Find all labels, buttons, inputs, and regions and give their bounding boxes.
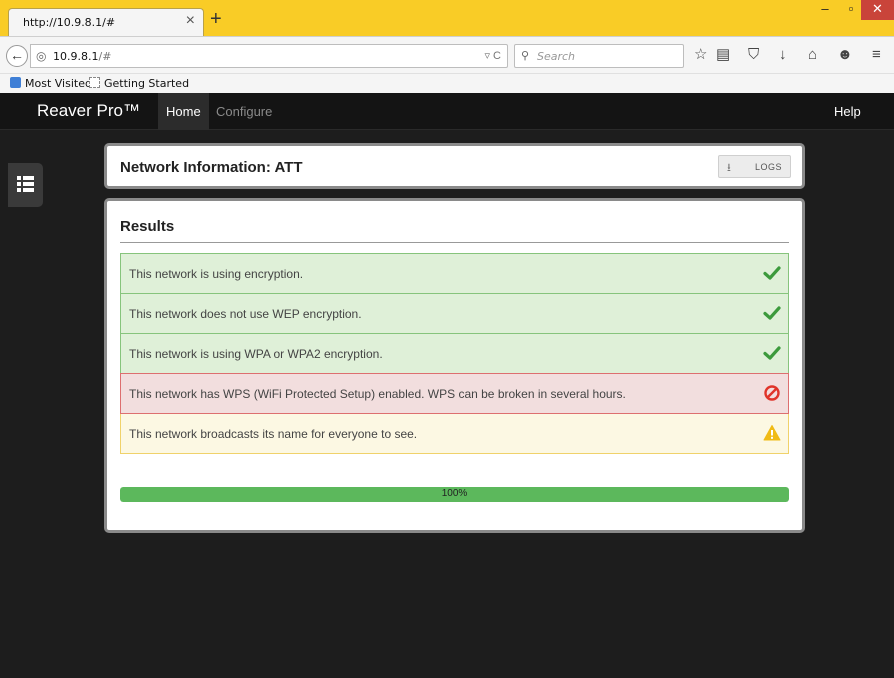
bookmark-most-visited[interactable]: Most Visited [10, 77, 92, 90]
result-row: This network broadcasts its name for eve… [120, 413, 789, 454]
new-tab-icon[interactable]: + [210, 9, 222, 29]
home-icon[interactable]: ⌂ [808, 47, 817, 63]
folder-icon [10, 77, 21, 88]
nav-home[interactable]: Home [158, 93, 209, 130]
download-icon[interactable]: ↓ [779, 47, 787, 63]
result-text: This network broadcasts its name for eve… [129, 427, 418, 441]
logs-button[interactable]: ⭳ LOGS [718, 155, 791, 178]
reload-icon[interactable]: ▿ C [484, 49, 501, 62]
check-icon [763, 346, 781, 360]
url-path: /# [98, 50, 112, 63]
bookmark-label: Getting Started [104, 77, 190, 90]
app-navbar: Reaver Pro™ Home Configure Help [0, 93, 894, 130]
browser-toolbar: ← ◎ 10.9.8.1/# ▿ C ⚲ Search ☆ ▤ ⛉ ↓ ⌂ ☻ … [0, 36, 894, 73]
globe-icon: ◎ [36, 49, 47, 63]
scan-progress-bar: 100% [120, 487, 789, 502]
bookmarks-bar: Most Visited Getting Started [0, 73, 894, 93]
prohibited-icon [764, 385, 780, 401]
browser-chrome: http://10.9.8.1/# × + – ▫ ✕ ← ◎ 10.9.8.1… [0, 0, 894, 93]
url-bar[interactable]: ◎ 10.9.8.1/# ▿ C [30, 44, 508, 68]
result-row: This network does not use WEP encryption… [120, 293, 789, 334]
brand-logo[interactable]: Reaver Pro™ [37, 101, 140, 121]
window-minimize-button[interactable]: – [811, 0, 839, 20]
chat-icon[interactable]: ☻ [837, 47, 853, 63]
download-tray-icon: ⭳ [727, 162, 731, 174]
result-text: This network is using encryption. [129, 267, 304, 281]
bookmark-star-icon[interactable]: ☆ [694, 47, 707, 63]
tab-bar: http://10.9.8.1/# × + – ▫ ✕ [0, 0, 894, 36]
sidebar-toggle-button[interactable] [8, 163, 43, 207]
result-text: This network does not use WEP encryption… [129, 307, 362, 321]
logs-label: LOGS [755, 162, 783, 172]
result-row: This network is using WPA or WPA2 encryp… [120, 333, 789, 374]
pocket-icon[interactable]: ⛉ [748, 47, 759, 63]
nav-configure[interactable]: Configure [216, 93, 272, 130]
warning-icon [763, 425, 781, 441]
search-icon: ⚲ [521, 50, 530, 62]
url-host: 10.9.8.1 [53, 50, 99, 63]
tab-title: http://10.9.8.1/# [23, 16, 116, 29]
result-row: This network has WPS (WiFi Protected Set… [120, 373, 789, 414]
window-close-button[interactable]: ✕ [861, 0, 894, 20]
result-row: This network is using encryption. [120, 253, 789, 294]
results-divider [120, 242, 789, 243]
url-text: 10.9.8.1/# [53, 50, 111, 63]
network-info-title: Network Information: ATT [120, 159, 303, 176]
progress-label: 100% [441, 488, 468, 499]
check-icon [763, 266, 781, 280]
bookmark-getting-started[interactable]: Getting Started [89, 77, 189, 90]
result-text: This network has WPS (WiFi Protected Set… [129, 387, 626, 401]
menu-icon[interactable]: ≡ [872, 47, 881, 63]
nav-help[interactable]: Help [834, 93, 861, 130]
search-placeholder: Search [537, 50, 576, 63]
browser-tab[interactable]: http://10.9.8.1/# × [8, 8, 204, 36]
check-icon [763, 306, 781, 320]
page-icon [89, 77, 100, 88]
results-list: This network is using encryption. This n… [120, 253, 789, 454]
results-title: Results [120, 218, 175, 235]
bookmark-label: Most Visited [25, 77, 92, 90]
tab-close-icon[interactable]: × [186, 13, 195, 29]
network-info-panel: Network Information: ATT ⭳ LOGS [104, 143, 805, 189]
search-bar[interactable]: ⚲ Search [514, 44, 684, 68]
result-text: This network is using WPA or WPA2 encryp… [129, 347, 383, 361]
list-icon [17, 176, 34, 193]
reading-list-icon[interactable]: ▤ [716, 47, 730, 63]
back-arrow-icon[interactable]: ← [6, 45, 28, 67]
results-panel: Results This network is using encryption… [104, 198, 805, 533]
